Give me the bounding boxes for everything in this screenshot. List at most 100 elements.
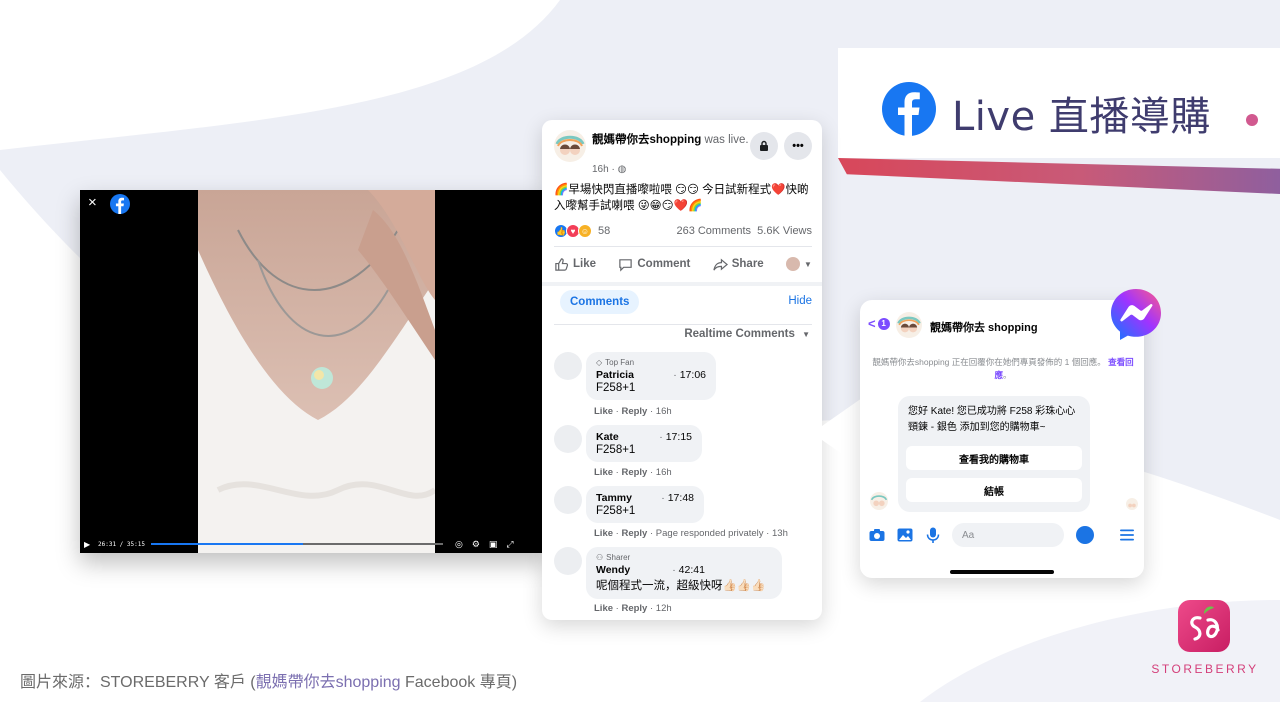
more-options-button[interactable]: •••: [784, 132, 812, 160]
picture-in-picture-icon[interactable]: ▣: [489, 539, 498, 550]
live-banner: Live 直播導購: [838, 48, 1280, 208]
necklace-video-image: [198, 190, 435, 553]
home-indicator: [950, 570, 1054, 574]
settings-gear-icon[interactable]: ⚙: [472, 539, 480, 550]
comment-bubble: Kate 17:15 F258+1: [586, 425, 702, 462]
comment-icon: [619, 258, 633, 272]
comment-timestamp: 42:41: [660, 564, 705, 576]
emoji-icon[interactable]: [1076, 526, 1094, 544]
tab-comments[interactable]: Comments: [560, 290, 640, 314]
video-progress-bar[interactable]: [150, 543, 443, 545]
comment-text: F258+1: [596, 444, 636, 456]
messenger-logo-icon: [1111, 289, 1161, 340]
views-count: 5.6K Views: [757, 225, 812, 237]
audience-selector[interactable]: ▼: [786, 257, 812, 271]
comment-like-link[interactable]: Like: [594, 603, 613, 614]
chevron-down-icon: ▼: [804, 259, 812, 269]
save-post-button[interactable]: [750, 132, 778, 160]
storeberry-logo-icon: [1178, 600, 1230, 652]
comment-footer: Like · Reply · 12h: [594, 603, 672, 614]
banner-title: Live 直播導購: [952, 94, 1211, 140]
caption-suffix: Facebook 專頁): [400, 674, 518, 691]
user-avatar-icon: [786, 257, 801, 271]
comment-sort-label: Realtime Comments: [684, 328, 795, 340]
reply-note-text: 靚媽帶你去shopping 正在回覆你在她們專頁發佈的 1 個回應。: [872, 357, 1106, 367]
commenter-name[interactable]: Tammy: [596, 492, 632, 504]
microphone-icon[interactable]: [924, 526, 942, 544]
video-time: 26:31 / 35:15: [98, 540, 145, 548]
like-label: Like: [573, 258, 597, 270]
comment-age: 12h: [655, 603, 672, 614]
facebook-live-post: 靚媽帶你去shopping was live. 16h · ◍ ••• 🌈早場快…: [542, 120, 822, 620]
chat-page-name[interactable]: 靚媽帶你去 shopping: [930, 319, 1038, 335]
commenter-name[interactable]: Patricia: [596, 369, 634, 381]
post-stats: 👍 ♥ ☺ 58 263 Comments 5.6K Views: [554, 222, 812, 240]
storeberry-wordmark: STOREBERRY: [1151, 662, 1259, 676]
video-progress-fill: [150, 543, 303, 545]
post-time: 16h: [592, 164, 609, 175]
share-button[interactable]: Share: [713, 257, 764, 272]
page-avatar[interactable]: [554, 130, 586, 162]
comment-like-link[interactable]: Like: [594, 406, 613, 417]
comment-like-link[interactable]: Like: [594, 528, 613, 539]
comment-bubble: ⚇Sharer Wendy 42:41 呢個程式一流，超級快呀👍🏻👍🏻👍🏻: [586, 547, 782, 599]
menu-icon[interactable]: [1118, 526, 1136, 544]
banner-dot: [1246, 114, 1258, 126]
page-avatar[interactable]: [896, 312, 922, 338]
post-text: 🌈早場快閃直播嚟啦喂 😏😏 今日試新程式❤️快啲入嚟幫手試喇喂 😜😁😏❤️🌈: [554, 184, 809, 212]
comments-count[interactable]: 263 Comments: [676, 225, 751, 237]
facebook-logo-icon: [882, 82, 936, 136]
commenter-name[interactable]: Kate: [596, 431, 619, 443]
comment-reply-link[interactable]: Reply: [621, 467, 647, 478]
comment-sort-dropdown[interactable]: Realtime Comments ▼: [684, 328, 810, 340]
post-was-live: was live.: [704, 134, 749, 146]
commenter-avatar[interactable]: [554, 486, 582, 514]
fullscreen-icon[interactable]: ⤢: [506, 539, 513, 550]
chevron-left-icon: <: [868, 316, 876, 331]
thumbs-up-icon: [555, 257, 569, 271]
comment-bubble: Tammy 17:48 F258+1: [586, 486, 704, 523]
back-button[interactable]: < 1: [868, 316, 890, 331]
divider: [554, 324, 812, 325]
message-input[interactable]: Aa: [952, 523, 1094, 547]
page-responded-note: Page responded privately: [655, 528, 764, 539]
haha-reaction-icon: ☺: [578, 224, 592, 238]
camera-icon[interactable]: [868, 526, 886, 544]
caption-page-link[interactable]: 靚媽帶你去shopping: [256, 674, 401, 691]
comment-reply-link[interactable]: Reply: [621, 603, 647, 614]
comment-text: F258+1: [596, 505, 636, 517]
commenter-avatar[interactable]: [554, 425, 582, 453]
post-page-name[interactable]: 靚媽帶你去shopping was live.: [592, 133, 752, 148]
close-icon[interactable]: ×: [88, 194, 97, 211]
comment-bubble: ◇Top Fan Patricia 17:06 F258+1: [586, 352, 716, 400]
comment-age: 13h: [772, 528, 788, 539]
reaction-count[interactable]: 58: [598, 225, 610, 237]
comment-like-link[interactable]: Like: [594, 467, 613, 478]
comment-reply-link[interactable]: Reply: [621, 406, 647, 417]
commenter-name[interactable]: Wendy: [596, 564, 630, 576]
like-button[interactable]: Like: [554, 257, 596, 272]
unread-count-badge: 1: [877, 317, 890, 330]
comment-timestamp: 17:06: [661, 369, 706, 381]
post-page-name-text[interactable]: 靚媽帶你去shopping: [592, 134, 701, 146]
play-icon[interactable]: ▶: [84, 540, 96, 549]
commenter-avatar[interactable]: [554, 547, 582, 575]
live-video-player[interactable]: × ▶ 26:31 / 35:15 ◎ ⚙ ▣ ⤢: [80, 190, 546, 553]
comment-button[interactable]: Comment: [618, 257, 690, 272]
comment-age: 16h: [655, 406, 672, 417]
sender-avatar: [870, 492, 888, 510]
comment-text: 呢個程式一流，超級快呀👍🏻👍🏻👍🏻: [596, 580, 766, 592]
checkout-button[interactable]: 結帳: [906, 478, 1082, 502]
lock-icon: [760, 140, 768, 151]
hide-comments-link[interactable]: Hide: [788, 295, 812, 307]
read-receipt-avatar: [1126, 498, 1138, 510]
view-cart-button[interactable]: 查看我的購物車: [906, 446, 1082, 470]
post-actions: Like Comment Share ▼: [554, 254, 812, 274]
post-meta: 16h · ◍: [592, 164, 627, 175]
captions-icon[interactable]: ◎: [455, 539, 463, 550]
caption-prefix: 圖片來源：STOREBERRY 客戶 (: [20, 674, 256, 691]
comment-reply-link[interactable]: Reply: [621, 528, 647, 539]
commenter-avatar[interactable]: [554, 352, 582, 380]
globe-icon: ◍: [617, 164, 627, 175]
photo-icon[interactable]: [896, 526, 914, 544]
